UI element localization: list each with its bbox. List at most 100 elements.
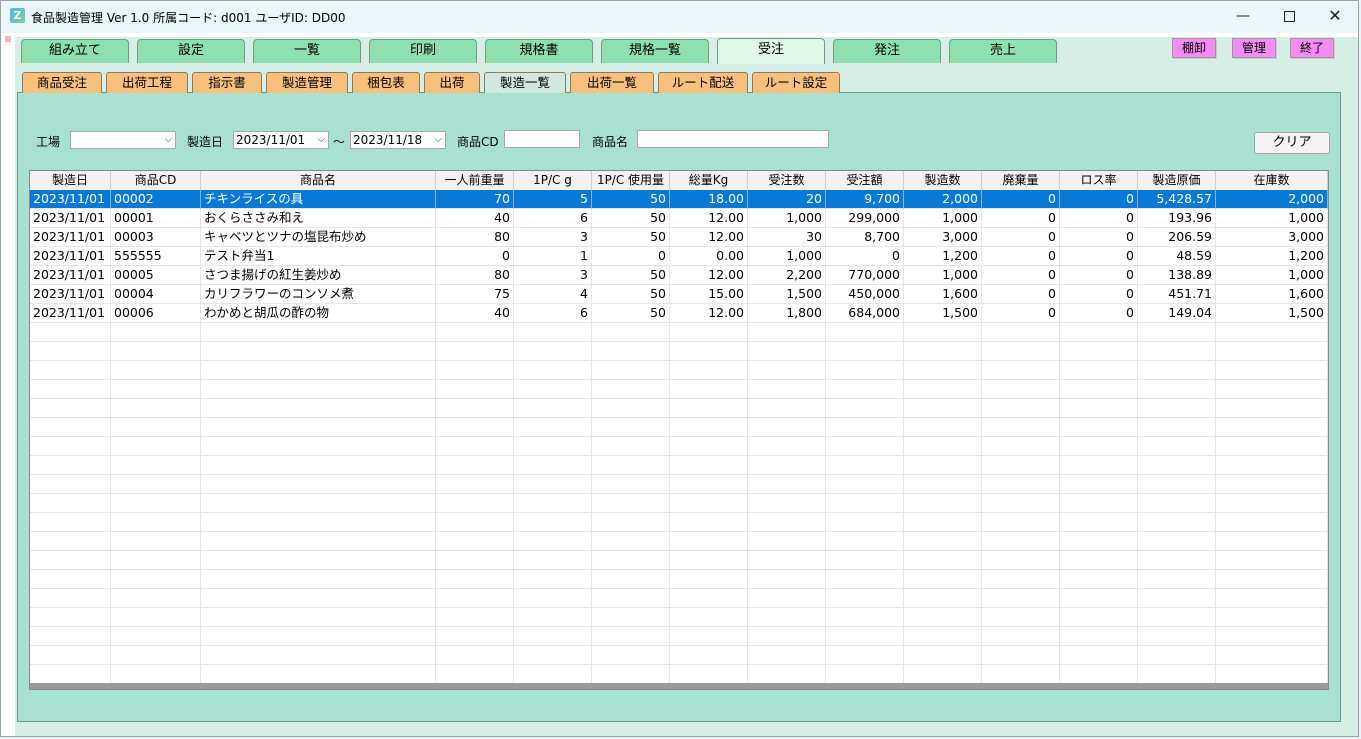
table-cell [982,665,1060,684]
tab-sub-7[interactable]: 出荷一覧 [570,72,654,93]
table-cell [514,551,592,570]
column-header[interactable]: 1P/C 使用量 [592,171,670,190]
table-cell [904,342,982,361]
table-cell [592,323,670,342]
tab-sub-0[interactable]: 商品受注 [22,72,102,93]
tab-top-3[interactable]: 印刷 [369,39,477,63]
tab-sub-9[interactable]: ルート設定 [752,72,840,93]
table-cell [592,380,670,399]
column-header[interactable]: 商品CD [111,171,201,190]
table-cell [111,380,201,399]
action-button-0[interactable]: 棚卸 [1172,38,1216,58]
column-header[interactable]: 製造数 [904,171,982,190]
table-cell: 451.71 [1138,285,1216,304]
table-cell [982,570,1060,589]
tab-top-4[interactable]: 規格書 [485,39,593,63]
column-header[interactable]: ロス率 [1060,171,1138,190]
tab-top-8[interactable]: 売上 [949,39,1057,63]
table-cell: 555555 [111,247,201,266]
horizontal-scrollbar[interactable] [30,683,1328,689]
table-cell [1138,361,1216,380]
tab-top-7[interactable]: 発注 [833,39,941,63]
factory-select[interactable]: ⌵ [70,131,176,149]
table-cell: 6 [514,209,592,228]
column-header[interactable]: 受注額 [826,171,904,190]
tab-top-1[interactable]: 設定 [137,39,245,63]
table-cell [904,646,982,665]
table-cell: 1,500 [1216,304,1328,323]
clear-button[interactable]: クリア [1254,132,1330,154]
tab-sub-8[interactable]: ルート配送 [658,72,748,93]
action-button-1[interactable]: 管理 [1232,38,1276,58]
table-cell: 50 [592,285,670,304]
table-cell: 3 [514,228,592,247]
table-cell [670,570,748,589]
table-cell [201,494,436,513]
table-cell [111,342,201,361]
tab-sub-4[interactable]: 梱包表 [352,72,420,93]
tab-sub-3[interactable]: 製造管理 [266,72,348,93]
table-cell [748,361,826,380]
table-cell [30,475,111,494]
column-header[interactable]: 在庫数 [1216,171,1328,190]
date-from-picker[interactable]: 2023/11/01 ⌵ [233,131,329,149]
column-header[interactable]: 1P/C g [514,171,592,190]
table-cell: 75 [436,285,514,304]
column-header[interactable]: 廃棄量 [982,171,1060,190]
main-pane: 組み立て 設定 一覧 印刷 規格書 規格一覧 受注 発注 売上 棚卸 管理 終了 商品受注 出荷工程指… [15,37,1358,736]
table-cell: 50 [592,190,670,209]
production-list-grid[interactable]: 製造日 商品CD 商品名 一人前重量 1P/C g 1P/C 使用量 総量Kg 受注数 受注額製… [29,170,1329,690]
column-header[interactable]: 製造原価 [1138,171,1216,190]
tab-sub-6[interactable]: 製造一覧 [484,72,566,93]
name-input[interactable] [637,130,829,148]
maximize-button[interactable] [1266,1,1312,33]
table-cell: 2023/11/01 [30,209,111,228]
tab-top-2[interactable]: 一覧 [253,39,361,63]
date-to-value: 2023/11/18 [353,133,423,147]
date-to-picker[interactable]: 2023/11/18 ⌵ [350,131,446,149]
table-cell [826,627,904,646]
table-cell: 2023/11/01 [30,228,111,247]
column-header[interactable]: 受注数 [748,171,826,190]
minimize-button[interactable]: — [1220,1,1266,33]
table-row[interactable]: 2023/11/01 00001 おくらささみ和え 40 6 50 12.00 1,000 29… [30,209,1328,228]
tab-sub-5[interactable]: 出荷 [424,72,480,93]
table-cell [1216,380,1328,399]
table-cell [111,399,201,418]
code-input[interactable] [504,130,580,148]
table-cell: 0 [1060,304,1138,323]
table-cell [592,437,670,456]
table-cell [592,627,670,646]
table-cell [436,608,514,627]
table-row[interactable]: 2023/11/01 00006 わかめと胡瓜の酢の物 40 6 50 12.00 1,800… [30,304,1328,323]
table-cell [1060,513,1138,532]
tab-top-0[interactable]: 組み立て [21,39,129,63]
column-header[interactable]: 総量Kg [670,171,748,190]
table-cell: 30 [748,228,826,247]
table-cell [748,665,826,684]
table-cell [1060,494,1138,513]
table-cell [111,323,201,342]
table-row[interactable]: 2023/11/01 00003 キャベツとツナの塩昆布炒め 80 3 50 12.00 30… [30,228,1328,247]
table-cell [436,342,514,361]
table-cell [30,494,111,513]
close-button[interactable]: ✕ [1312,1,1358,33]
table-cell [111,627,201,646]
table-row[interactable]: 2023/11/01 00002 チキンライスの具 70 5 50 18.00 20 9,700… [30,190,1328,209]
table-cell [201,532,436,551]
column-header[interactable]: 一人前重量 [436,171,514,190]
empty-row [30,608,1328,627]
table-cell [201,475,436,494]
tab-sub-1[interactable]: 出荷工程 [106,72,188,93]
table-cell [1138,494,1216,513]
tab-top-6[interactable]: 受注 [717,38,825,64]
action-button-2[interactable]: 終了 [1290,38,1334,58]
column-header[interactable]: 商品名 [201,171,436,190]
tab-sub-2[interactable]: 指示書 [192,72,262,93]
tab-top-5[interactable]: 規格一覧 [601,39,709,63]
table-cell [670,513,748,532]
table-row[interactable]: 2023/11/01 00004 カリフラワーのコンソメ煮 75 4 50 15.00 1,5… [30,285,1328,304]
table-row[interactable]: 2023/11/01 00005 さつま揚げの紅生姜炒め 80 3 50 12.00 2,20… [30,266,1328,285]
column-header[interactable]: 製造日 [30,171,111,190]
table-row[interactable]: 2023/11/01 555555 テスト弁当1 0 1 0 0.00 1,000 0 1,200… [30,247,1328,266]
